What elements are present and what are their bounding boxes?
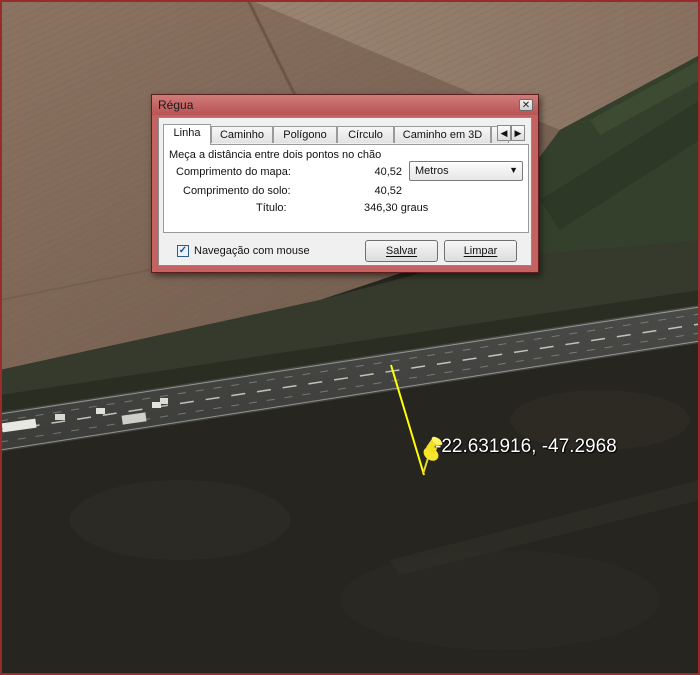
ruler-dialog: Régua ✕ Linha Caminho Polígono Círculo C… (151, 94, 539, 273)
dialog-titlebar[interactable]: Régua ✕ (152, 95, 538, 115)
tab-scroll-right-icon[interactable]: ▶ (511, 125, 525, 141)
placemark-label[interactable]: -22.631916, -47.2968 (435, 436, 617, 458)
mouse-navigation-label[interactable]: Navegação com mouse (194, 245, 310, 257)
tab-poligono[interactable]: Polígono (273, 126, 337, 143)
tab-label: Polígono (283, 129, 327, 141)
dialog-client: Linha Caminho Polígono Círculo Caminho e… (158, 117, 532, 266)
mouse-navigation-checkbox[interactable]: ✓ (177, 245, 189, 257)
heading-label: Título: (256, 202, 287, 214)
tab-circulo[interactable]: Círculo (337, 126, 394, 143)
ground-length-value: 40,52 (374, 185, 402, 197)
clear-button-label: Limpar (463, 245, 498, 257)
tab-strip: Linha Caminho Polígono Círculo Caminho e… (163, 124, 533, 145)
map-length-value: 40,52 (374, 166, 402, 178)
close-icon[interactable]: ✕ (519, 99, 533, 111)
tab-linha[interactable]: Linha (163, 124, 211, 145)
tab-label: Caminho (219, 129, 265, 141)
tab-caminho[interactable]: Caminho (211, 126, 273, 143)
units-select[interactable]: Metros ▼ (409, 161, 523, 181)
save-button[interactable]: Salvar (365, 240, 438, 262)
clear-button[interactable]: Limpar (444, 240, 517, 262)
tab-caminho-3d[interactable]: Caminho em 3D (394, 126, 491, 143)
tab-panel-linha: Meça a distância entre dois pontos no ch… (163, 144, 529, 233)
tab-scroll-left-icon[interactable]: ◀ (497, 125, 511, 141)
map-length-label: Comprimento do mapa: (176, 166, 291, 178)
dialog-title: Régua (158, 98, 194, 112)
tab-label: Linha (173, 127, 201, 139)
description-text: Meça a distância entre dois pontos no ch… (169, 149, 382, 161)
tab-label: Caminho em 3D (402, 129, 483, 141)
units-selected: Metros (415, 165, 449, 177)
save-button-label: Salvar (385, 245, 418, 257)
ground-length-label: Comprimento do solo: (183, 185, 291, 197)
tab-label: Círculo (348, 129, 383, 141)
heading-value: 346,30 graus (364, 202, 429, 214)
chevron-down-icon: ▼ (509, 165, 518, 175)
dialog-footer: ✓ Navegação com mouse Salvar Limpar (163, 236, 529, 264)
